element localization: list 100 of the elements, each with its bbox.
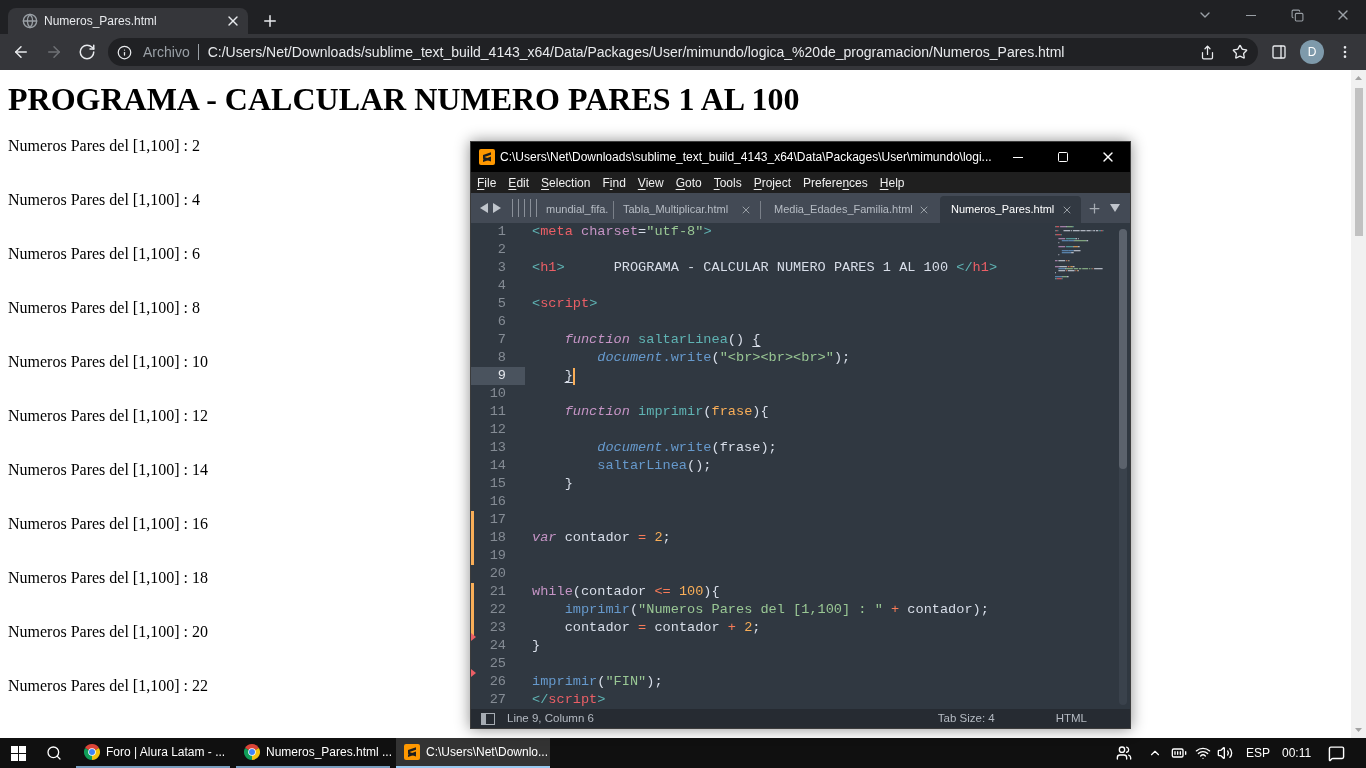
stripes-tile-icon	[479, 149, 495, 165]
side-panel-icon	[1271, 44, 1287, 60]
editor-tab[interactable]: Media_Edades_Familia.html	[761, 196, 940, 223]
window-title: C:\Users\Net\Downloads\sublime_text_build_4143_x64\Data\Packages\User\mimundo\logi...	[500, 149, 992, 166]
scrollbar-thumb[interactable]	[1119, 229, 1127, 469]
search-icon	[46, 745, 62, 761]
clock-time[interactable]: 00:11	[1282, 744, 1312, 762]
restore-icon	[1290, 8, 1304, 22]
output-line: Numeros Pares del [1,100] : 14	[8, 461, 208, 479]
menu-item[interactable]: Goto	[669, 173, 708, 192]
line-number: 27	[488, 691, 507, 709]
output-line: Numeros Pares del [1,100] : 10	[8, 353, 208, 371]
line-number: 18	[488, 529, 507, 547]
code-line: contador = contador + 2;	[563, 619, 761, 637]
code-line: while(contador <= 100){	[532, 583, 720, 601]
share-icon[interactable]	[1200, 44, 1215, 60]
collapsed-tabs-icon[interactable]	[512, 199, 537, 217]
code-line: }	[563, 367, 573, 385]
editor-tab[interactable]: mundial_fifa.	[541, 196, 613, 223]
line-number: 25	[488, 655, 507, 673]
triangle-right-icon[interactable]	[493, 203, 501, 213]
menu-item[interactable]: View	[631, 173, 670, 192]
battery-icon[interactable]	[1171, 745, 1187, 761]
line-number: 2	[496, 241, 507, 259]
segmented-circle-icon	[84, 744, 100, 760]
panel-toggle-icon[interactable]	[481, 712, 495, 725]
menu-item[interactable]: Edit	[502, 173, 536, 192]
menu-item[interactable]: Project	[747, 173, 798, 192]
arrow-right-icon	[45, 43, 63, 61]
line-number: 10	[488, 385, 507, 403]
notifications-icon[interactable]	[1328, 744, 1346, 762]
output-line: Numeros Pares del [1,100] : 12	[8, 407, 208, 425]
taskbar-button[interactable]: C:\Users\Net\Downlo...	[396, 738, 550, 768]
code-line: function imprimir(frase){	[563, 403, 769, 421]
line-number: 13	[488, 439, 507, 457]
triangle-left-icon[interactable]	[480, 203, 488, 213]
address-bar[interactable]: Archivo C:/Users/Net/Downloads/sublime_text_build_4143_x64/Data/Packages/User/mimundo/logica_%20de_programacion/Numeros_Pares.html	[108, 38, 1258, 66]
code-line: imprimir("Numeros Pares del [1,100] : " + contador);	[563, 601, 989, 619]
four-squares-icon	[10, 745, 26, 761]
code-line: }	[563, 475, 573, 493]
menu-item[interactable]: Selection	[535, 173, 597, 192]
line-number: 1	[496, 223, 507, 241]
maximize-icon	[1056, 151, 1069, 163]
triangle-down-icon[interactable]	[1110, 204, 1120, 212]
line-number: 3	[496, 259, 507, 277]
line-number: 15	[488, 475, 507, 493]
new-tab-icon[interactable]	[261, 12, 279, 30]
code-line: var contador = 2;	[532, 529, 671, 547]
line-number: 9	[471, 367, 525, 385]
new-tab-icon[interactable]	[1087, 200, 1102, 216]
url-text: C:/Users/Net/Downloads/sublime_text_build_4143_x64/Data/Packages/User/mimundo/logica_%20de_programacion/Numeros_Pares.html	[207, 42, 1065, 62]
minimap-drawing	[1055, 226, 1105, 280]
syntax-indicator[interactable]: HTML	[1055, 709, 1087, 728]
code-line: function saltarLinea() {	[563, 331, 761, 349]
code-line: }	[532, 637, 541, 655]
output-line: Numeros Pares del [1,100] : 22	[8, 677, 208, 695]
people-icon[interactable]	[1116, 745, 1132, 761]
page-scrollbar-thumb[interactable]	[1354, 88, 1363, 236]
editor-tab[interactable]: Numeros_Pares.html	[940, 196, 1081, 223]
code-line: </script>	[532, 691, 606, 709]
line-number: 26	[488, 673, 507, 691]
line-number: 19	[488, 547, 507, 565]
stripes-tile-icon	[404, 744, 420, 760]
line-number: 6	[496, 313, 507, 331]
line-number: 21	[488, 583, 507, 601]
minimize-icon	[1246, 14, 1256, 16]
output-line: Numeros Pares del [1,100] : 6	[8, 245, 200, 263]
line-number: 14	[488, 457, 507, 475]
bookmark-star-icon[interactable]	[1232, 44, 1248, 60]
menu-item[interactable]: Tools	[707, 173, 748, 192]
line-number: 8	[496, 349, 507, 367]
line-number: 20	[488, 565, 507, 583]
volume-icon[interactable]	[1217, 745, 1233, 761]
wifi-icon[interactable]	[1195, 745, 1211, 761]
menu-item[interactable]: File	[471, 173, 503, 192]
line-number: 24	[488, 637, 507, 655]
menu-item[interactable]: Preferences	[797, 173, 874, 192]
editor-tab[interactable]: Tabla_Multiplicar.html	[614, 196, 760, 223]
output-line: Numeros Pares del [1,100] : 8	[8, 299, 200, 317]
menu-item[interactable]: Find	[596, 173, 632, 192]
line-number: 17	[488, 511, 507, 529]
code-line: saltarLinea();	[596, 457, 712, 475]
output-line: Numeros Pares del [1,100] : 18	[8, 569, 208, 587]
info-icon	[117, 44, 132, 60]
output-line: Numeros Pares del [1,100] : 2	[8, 137, 200, 155]
output-line: Numeros Pares del [1,100] : 16	[8, 515, 208, 533]
globe-icon	[22, 13, 38, 29]
tab-size-indicator[interactable]: Tab Size: 4	[937, 709, 995, 728]
output-line: Numeros Pares del [1,100] : 20	[8, 623, 208, 641]
code-line: <meta charset="utf-8">	[532, 223, 712, 241]
line-number: 11	[488, 403, 507, 421]
code-line: imprimir("FIN");	[532, 673, 663, 691]
input-language[interactable]: ESP	[1246, 744, 1270, 762]
page-heading: PROGRAMA - CALCULAR NUMERO PARES 1 AL 100	[8, 81, 800, 117]
line-number: 23	[488, 619, 507, 637]
browser-tab[interactable]: Numeros_Pares.html	[8, 8, 248, 34]
segmented-circle-icon	[244, 744, 260, 760]
taskbar-button[interactable]: Numeros_Pares.html ...	[236, 738, 390, 768]
menu-item[interactable]: Help	[873, 173, 911, 192]
taskbar-button[interactable]: Foro | Alura Latam - ...	[76, 738, 230, 768]
